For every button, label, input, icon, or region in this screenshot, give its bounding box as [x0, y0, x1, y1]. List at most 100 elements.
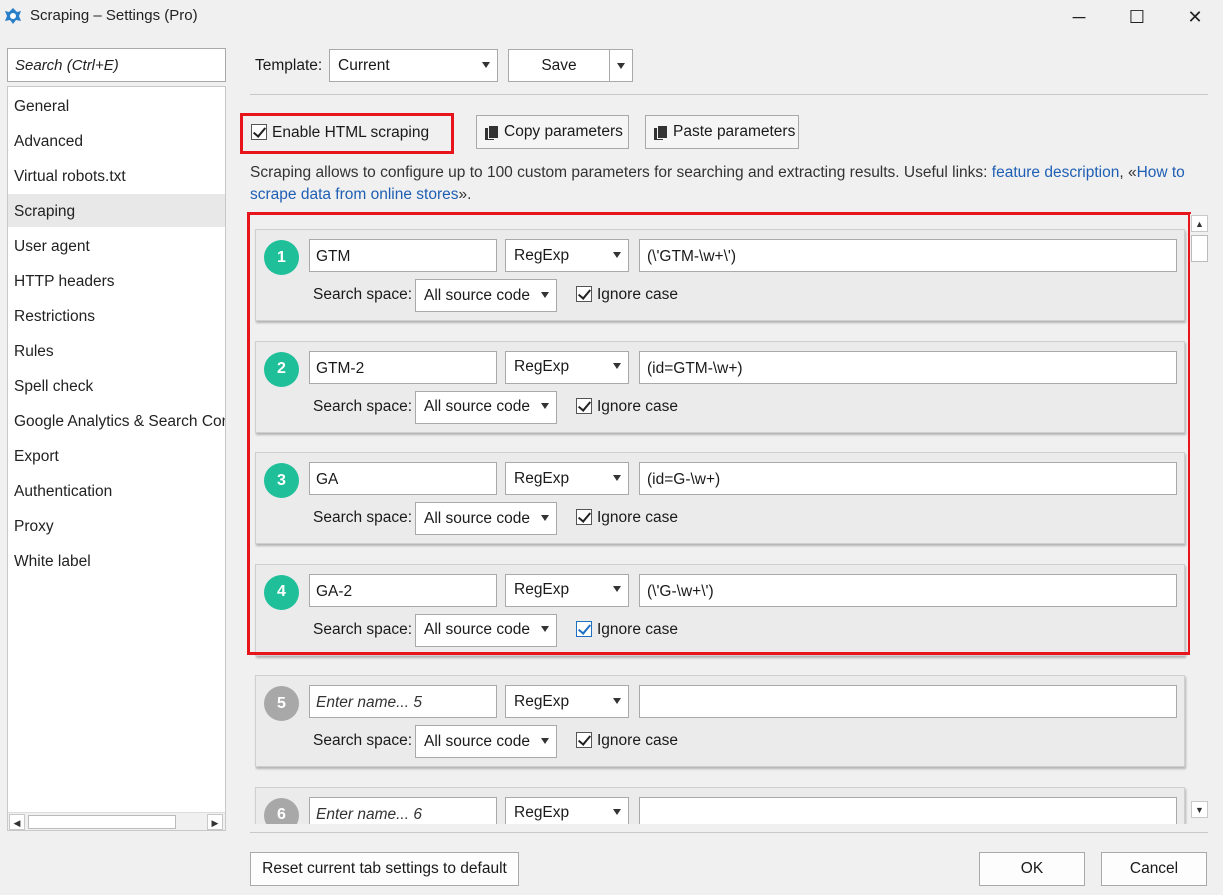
scrollbar-thumb[interactable]	[1191, 235, 1208, 262]
minimize-button[interactable]: ─	[1050, 0, 1108, 34]
cancel-button[interactable]: Cancel	[1101, 852, 1207, 886]
sidebar-item-authentication[interactable]: Authentication	[8, 474, 225, 507]
parameter-type-value: RegExp	[514, 246, 570, 264]
ignore-case-checkbox[interactable]	[576, 286, 592, 302]
sidebar-item-restrictions[interactable]: Restrictions	[8, 299, 225, 332]
sidebar-item-user-agent[interactable]: User agent	[8, 229, 225, 262]
parameter-name-input[interactable]: GTM	[309, 239, 497, 272]
scraping-description: Scraping allows to configure up to 100 c…	[250, 162, 1210, 206]
parameter-name-input[interactable]: Enter name... 5	[309, 685, 497, 718]
scrollbar-thumb[interactable]	[28, 815, 176, 829]
chevron-down-icon	[617, 63, 625, 69]
sidebar-item-proxy[interactable]: Proxy	[8, 509, 225, 542]
search-space-label: Search space:	[313, 620, 413, 638]
copy-parameters-button[interactable]: Copy parameters	[476, 115, 629, 149]
parameter-type-value: RegExp	[514, 692, 570, 710]
sidebar-item-rules[interactable]: Rules	[8, 334, 225, 367]
parameter-number-badge: 5	[264, 686, 299, 721]
app-logo-icon	[5, 8, 21, 24]
ok-button[interactable]: OK	[979, 852, 1085, 886]
template-select[interactable]: Current	[329, 49, 498, 82]
description-text: Scraping allows to configure up to 100 c…	[250, 164, 992, 181]
parameter-expression-input[interactable]: (id=GTM-\w+)	[639, 350, 1177, 384]
sidebar-item-http-headers[interactable]: HTTP headers	[8, 264, 225, 297]
scroll-down-icon[interactable]: ▼	[1191, 801, 1208, 818]
copy-icon	[485, 124, 499, 140]
ignore-case-checkbox[interactable]	[576, 397, 592, 414]
save-dropdown-button[interactable]	[609, 49, 633, 82]
sidebar-item-google-analytics-search-console[interactable]: Google Analytics & Search Console	[8, 404, 225, 437]
sidebar-item-export[interactable]: Export	[8, 439, 225, 472]
search-space-label: Search space:	[313, 397, 413, 415]
parameter-name-input[interactable]: GA-2	[309, 573, 497, 607]
sidebar-item-spell-check[interactable]: Spell check	[8, 369, 225, 402]
chevron-down-icon	[613, 697, 621, 704]
parameter-expression-input[interactable]: (id=G-\w+)	[639, 462, 1177, 495]
search-space-select[interactable]: All source code	[415, 725, 557, 758]
ignore-case-label[interactable]: Ignore case	[597, 286, 678, 304]
ignore-case-label[interactable]: Ignore case	[597, 398, 678, 416]
enable-scraping-checkbox[interactable]	[251, 124, 267, 140]
ignore-case-checkbox[interactable]	[576, 620, 592, 637]
parameter-number-badge: 2	[264, 351, 299, 387]
feature-description-link[interactable]: feature description	[992, 164, 1120, 181]
nav-horizontal-scrollbar[interactable]: ◀ ▶	[8, 812, 225, 830]
ignore-case-checkbox[interactable]	[576, 509, 592, 525]
parameter-name-input[interactable]: GTM-2	[309, 350, 497, 384]
parameter-name-input[interactable]: Enter name... 6	[309, 796, 497, 824]
chevron-down-icon	[613, 809, 621, 815]
sidebar-item-advanced[interactable]: Advanced	[8, 124, 225, 157]
parameter-type-select[interactable]: RegExp	[505, 573, 629, 607]
settings-search-input[interactable]: Search (Ctrl+E)	[7, 48, 226, 82]
enable-scraping-label[interactable]: Enable HTML scraping	[272, 124, 429, 142]
parameter-number-badge: 4	[264, 574, 299, 610]
parameter-type-select[interactable]: RegExp	[505, 462, 629, 495]
parameter-expression-input[interactable]	[639, 796, 1177, 824]
sidebar-item-scraping[interactable]: Scraping	[8, 194, 225, 227]
search-space-select[interactable]: All source code	[415, 390, 557, 424]
enable-scraping-highlight: Enable HTML scraping	[240, 113, 454, 154]
parameter-type-select[interactable]: RegExp	[505, 796, 629, 824]
paste-parameters-button[interactable]: Paste parameters	[645, 115, 799, 149]
parameter-card: 6Enter name... 6RegExpSearch space:All s…	[255, 786, 1185, 824]
chevron-down-icon	[613, 251, 621, 258]
chevron-down-icon	[541, 626, 549, 632]
chevron-down-icon	[613, 474, 621, 481]
parameter-expression-input[interactable]: (\'GTM-\w+\')	[639, 239, 1177, 272]
paste-icon	[654, 124, 668, 140]
search-space-select[interactable]: All source code	[415, 502, 557, 535]
scroll-right-icon[interactable]: ▶	[207, 814, 223, 830]
parameter-type-select[interactable]: RegExp	[505, 239, 629, 272]
sidebar-item-virtual-robots-txt[interactable]: Virtual robots.txt	[8, 159, 225, 192]
ignore-case-label[interactable]: Ignore case	[597, 732, 678, 750]
maximize-button[interactable]: ☐	[1108, 0, 1166, 34]
save-button[interactable]: Save	[508, 49, 610, 82]
sidebar-item-general[interactable]: General	[8, 89, 225, 122]
divider	[250, 832, 1208, 833]
settings-nav: General Advanced Virtual robots.txt Scrapin…	[7, 86, 226, 831]
sidebar-item-white-label[interactable]: White label	[8, 544, 225, 577]
close-button[interactable]: ✕	[1166, 0, 1223, 34]
search-space-select[interactable]: All source code	[415, 613, 557, 647]
parameter-expression-input[interactable]	[639, 685, 1177, 718]
search-space-value: All source code	[424, 621, 530, 638]
parameters-list: 1 GTM RegExp (\'GTM-\w+\') Search space: All …	[247, 212, 1190, 824]
reset-settings-button[interactable]: Reset current tab settings to default	[250, 852, 519, 886]
search-space-select[interactable]: All source code	[415, 279, 557, 312]
search-space-label: Search space:	[313, 509, 413, 526]
ignore-case-label[interactable]: Ignore case	[597, 509, 678, 527]
description-separator: , «	[1119, 164, 1137, 181]
scroll-left-icon[interactable]: ◀	[9, 814, 25, 830]
parameter-type-select[interactable]: RegExp	[505, 685, 629, 718]
search-space-label: Search space:	[313, 732, 413, 749]
scroll-up-icon[interactable]: ▲	[1191, 215, 1208, 232]
parameter-type-value: RegExp	[514, 358, 570, 375]
parameter-name-input[interactable]: GA	[309, 462, 497, 495]
parameters-scrollbar[interactable]: ▲ ▼	[1190, 214, 1209, 820]
chevron-down-icon	[541, 514, 549, 521]
ignore-case-label[interactable]: Ignore case	[597, 621, 678, 639]
copy-parameters-label: Copy parameters	[504, 123, 623, 140]
parameter-expression-input[interactable]: (\'G-\w+\')	[639, 573, 1177, 607]
parameter-type-select[interactable]: RegExp	[505, 350, 629, 384]
ignore-case-checkbox[interactable]	[576, 732, 592, 748]
